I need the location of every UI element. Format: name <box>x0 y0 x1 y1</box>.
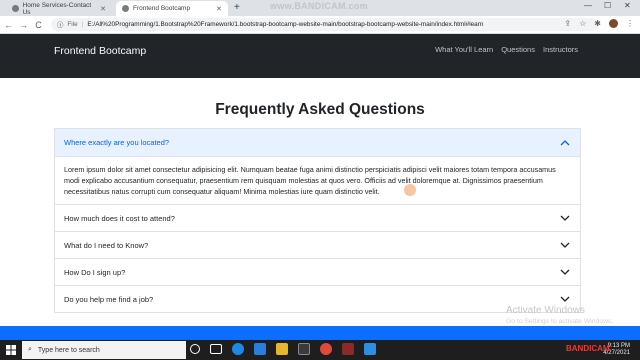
nav-link-learn[interactable]: What You'll Learn <box>435 45 493 54</box>
toolbar-icons: ⇪ ☆ ✱ ⋮ <box>564 19 634 28</box>
file-explorer-icon[interactable] <box>276 343 288 355</box>
close-icon[interactable]: ✕ <box>100 5 106 13</box>
tab-label: Home Services-Contact Us <box>22 1 92 16</box>
file-scheme-label: File <box>67 21 78 28</box>
accordion-question: What do I need to Know? <box>64 240 149 250</box>
accordion-header-location[interactable]: Where exactly are you located? <box>55 129 580 157</box>
accordion-item: How Do I sign up? <box>54 259 581 286</box>
globe-icon <box>122 5 129 12</box>
accordion-header-cost[interactable]: How much does it cost to attend? <box>55 205 580 231</box>
chrome-icon[interactable] <box>320 343 332 355</box>
accordion-body: Lorem ipsum dolor sit amet consectetur a… <box>64 165 556 197</box>
minimize-icon[interactable]: — <box>584 1 592 10</box>
star-icon[interactable]: ☆ <box>579 19 586 28</box>
accordion-item: Where exactly are you located? Lorem ips… <box>54 128 581 205</box>
navbar-links: What You'll Learn Questions Instructors <box>435 45 578 54</box>
vscode-icon[interactable] <box>364 343 376 355</box>
accordion-header-sign-up[interactable]: How Do I sign up? <box>55 259 580 285</box>
faq-accordion: Where exactly are you located? Lorem ips… <box>54 128 581 313</box>
forward-button[interactable]: → <box>17 20 30 30</box>
window-close-icon[interactable]: ✕ <box>624 1 631 10</box>
url-text: E:/All%20Programming/1.Bootstrap%20Frame… <box>87 21 484 28</box>
divider: | <box>81 21 84 28</box>
accordion-question: Do you help me find a job? <box>64 294 154 304</box>
info-icon: ⓘ <box>57 22 64 29</box>
store-icon[interactable] <box>298 343 310 355</box>
ie-icon[interactable] <box>254 343 266 355</box>
search-icon: ⌕ <box>28 346 32 353</box>
nav-link-instructors[interactable]: Instructors <box>543 45 578 54</box>
taskbar-search-box[interactable]: ⌕ Type here to search <box>22 341 186 359</box>
share-icon[interactable]: ⇪ <box>564 19 571 28</box>
accordion-item: Do you help me find a job? <box>54 286 581 313</box>
tab-label: Frontend Bootcamp <box>133 5 191 12</box>
browser-tab-strip: Home Services-Contact Us ✕ Frontend Boot… <box>0 0 640 16</box>
chevron-up-icon <box>560 139 570 145</box>
globe-icon <box>12 5 19 12</box>
extension-icon[interactable]: ✱ <box>594 19 601 28</box>
address-bar[interactable]: ⓘ File | E:/All%20Programming/1.Bootstra… <box>51 18 599 31</box>
chevron-down-icon <box>560 215 570 221</box>
chevron-down-icon <box>560 242 570 248</box>
activate-windows-watermark: Activate Windows Go to Settings to activ… <box>506 304 613 326</box>
accordion-item: What do I need to Know? <box>54 232 581 259</box>
bandicam-tray-label: BANDICAM <box>566 344 610 353</box>
edge-icon[interactable] <box>232 343 244 355</box>
mouse-cursor-highlight <box>404 184 416 196</box>
page-footer-band <box>0 326 640 340</box>
tab-home-services[interactable]: Home Services-Contact Us ✕ <box>6 1 112 16</box>
accordion-question: Where exactly are you located? <box>64 138 170 147</box>
menu-icon[interactable]: ⋮ <box>626 19 634 28</box>
activate-subtitle: Go to Settings to activate Windows. <box>506 318 614 325</box>
nav-link-questions[interactable]: Questions <box>501 45 535 54</box>
accordion-question: How Do I sign up? <box>64 267 126 277</box>
new-tab-button[interactable]: + <box>234 2 240 13</box>
back-button[interactable]: ← <box>2 20 15 30</box>
chevron-down-icon <box>560 269 570 275</box>
accordion-header-need-to-know[interactable]: What do I need to Know? <box>55 232 580 258</box>
accordion-item: How much does it cost to attend? <box>54 205 581 232</box>
search-placeholder: Type here to search <box>37 346 100 354</box>
avatar[interactable] <box>609 19 618 28</box>
windows-start-icon[interactable] <box>6 345 16 355</box>
maximize-icon[interactable]: ☐ <box>604 1 611 10</box>
bandicam-app-icon[interactable] <box>342 343 354 355</box>
tab-frontend-bootcamp[interactable]: Frontend Bootcamp ✕ <box>116 1 228 16</box>
accordion-question: How much does it cost to attend? <box>64 213 175 223</box>
activate-title: Activate Windows <box>506 305 585 316</box>
browser-toolbar: ← → C ⓘ File | E:/All%20Programming/1.Bo… <box>0 16 640 34</box>
accordion-header-job[interactable]: Do you help me find a job? <box>55 286 580 312</box>
cortana-icon[interactable] <box>190 344 200 354</box>
faq-title: Frequently Asked Questions <box>215 101 425 118</box>
windows-taskbar: ⌕ Type here to search 9:13 PM 4/27/2021 <box>0 340 640 360</box>
task-view-icon[interactable] <box>210 344 222 354</box>
reload-button[interactable]: C <box>32 20 45 30</box>
site-navbar: Frontend Bootcamp What You'll Learn Ques… <box>0 34 640 78</box>
close-icon[interactable]: ✕ <box>216 5 222 13</box>
navbar-brand[interactable]: Frontend Bootcamp <box>54 44 146 58</box>
taskbar-apps <box>190 343 376 355</box>
chevron-down-icon <box>560 296 570 302</box>
recording-watermark: www.BANDICAM.com <box>270 1 368 11</box>
